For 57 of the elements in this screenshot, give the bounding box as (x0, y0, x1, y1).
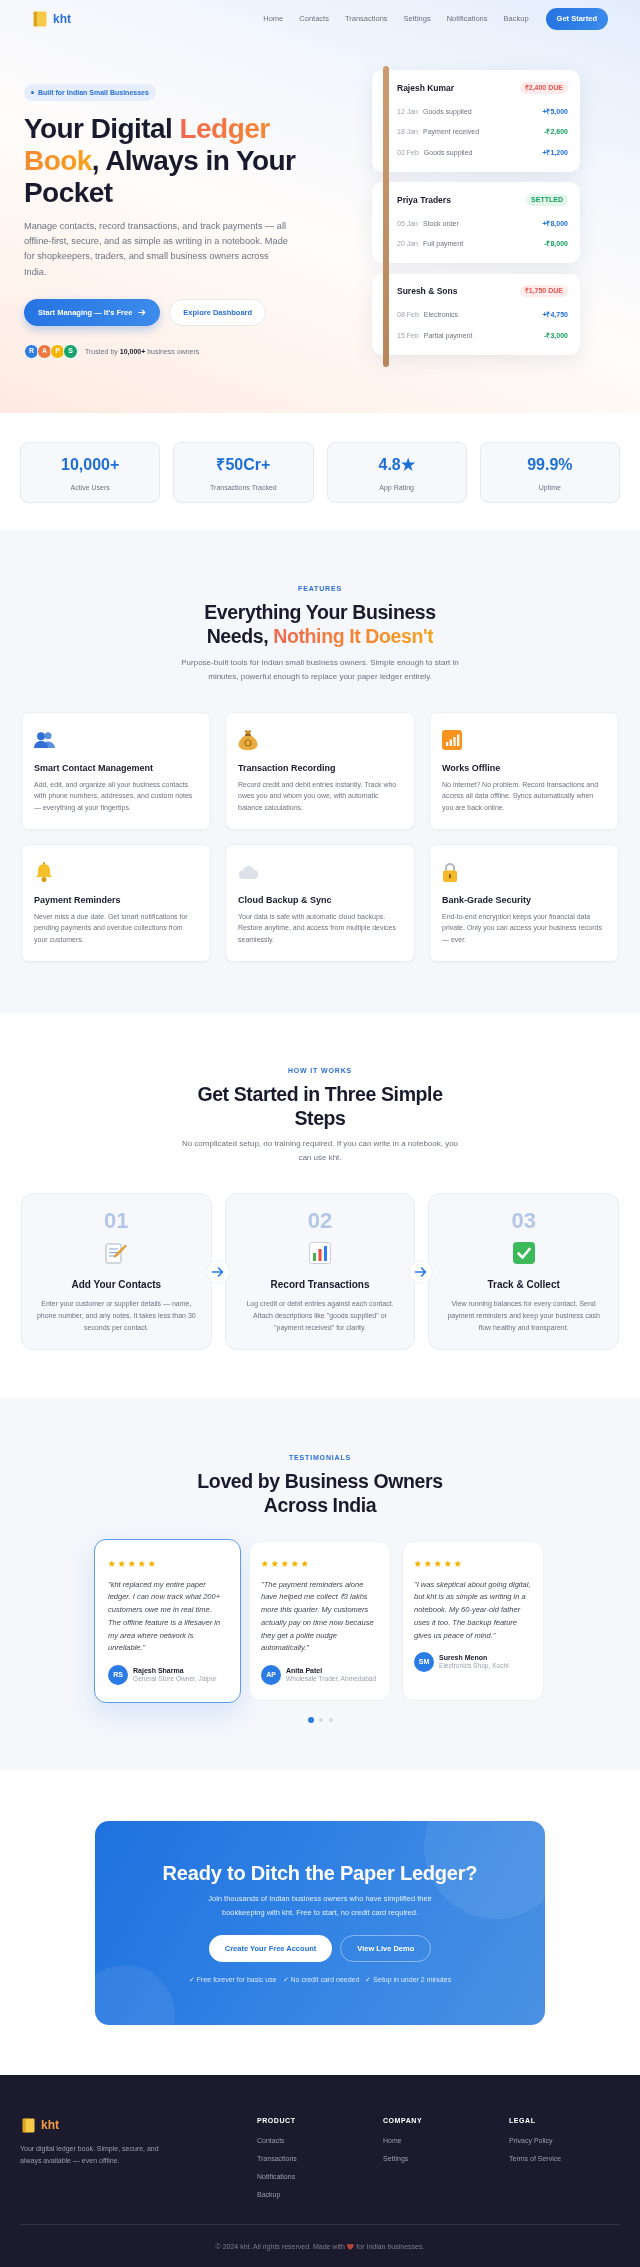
star-icon (424, 1559, 432, 1567)
star-icon (434, 1559, 442, 1567)
section-title: Loved by Business Owners Across India (196, 1469, 444, 1517)
step-number: 03 (511, 1209, 536, 1233)
stat-value: 99.9% (527, 455, 573, 475)
star-icon (108, 1559, 116, 1567)
star-icon (271, 1559, 279, 1567)
section-title: Get Started in Three Simple Steps (196, 1082, 444, 1130)
signal-bars-icon (442, 729, 462, 750)
logo-text[interactable]: kht (41, 2118, 59, 2132)
feature-title: Payment Reminders (34, 895, 122, 906)
step-number: 01 (104, 1209, 129, 1233)
star-icon (118, 1559, 126, 1567)
star-icon (281, 1559, 289, 1567)
arrow-icon (138, 308, 147, 316)
contact-name: Priya Traders (397, 194, 451, 205)
section-title: Everything Your Business Needs, Nothing It Doesn't (203, 600, 437, 648)
star-icon (261, 1559, 269, 1567)
section-subtitle: Purpose-built tools for Indian small business owners. Simple enough to start in minutes, powerful enough to replace your paper ledger entirely. (180, 657, 460, 683)
star-icon (454, 1559, 462, 1567)
star-icon (291, 1559, 299, 1567)
hero-description: Manage contacts, record transactions, and track payments — all offline-first, secure, and as simple as writing in a notebook. Made for shopkeepers, traders, and small business owners across India. (24, 220, 289, 279)
step-title: Track & Collect (487, 1279, 560, 1291)
star-icon (414, 1559, 422, 1567)
bell-icon (34, 861, 54, 882)
step-title: Record Transactions (270, 1279, 370, 1291)
star-icon (301, 1559, 309, 1567)
contact-name: Rajesh Kumar (397, 82, 455, 93)
step-number: 02 (307, 1209, 333, 1233)
stat-value: ₹50Cr+ (216, 455, 271, 475)
feature-title: Works Offline (442, 763, 502, 774)
feature-title: Smart Contact Management (34, 763, 155, 774)
step-title: Add Your Contacts (71, 1279, 162, 1291)
contact-name: Suresh & Sons (397, 286, 458, 296)
stat-value: 10,000+ (61, 455, 120, 475)
feature-title: Bank-Grade Security (442, 895, 533, 906)
cta-title: Ready to Ditch the Paper Ledger? (162, 1861, 478, 1885)
people-icon (34, 730, 55, 749)
stat-value: 4.8★ (378, 455, 415, 475)
star-icon (148, 1559, 156, 1567)
feature-title: Transaction Recording (238, 763, 337, 774)
feature-title: Cloud Backup & Sync (238, 895, 333, 906)
section-subtitle: No complicated setup, no training required. If you can write in a notebook, you can use kht. (180, 1138, 460, 1164)
check-box-icon (512, 1242, 535, 1264)
notebook-icon (33, 11, 47, 27)
padlock-icon (442, 861, 458, 882)
notebook-icon (22, 2117, 35, 2133)
star-icon (128, 1559, 136, 1567)
star-icon (138, 1559, 146, 1567)
cloud-icon (238, 864, 259, 879)
bar-chart-icon (309, 1242, 331, 1264)
money-bag-icon (238, 729, 258, 750)
logo-text[interactable]: kht (53, 12, 71, 26)
heart-icon (347, 2243, 354, 2250)
dot-icon (31, 91, 34, 94)
notepad-pencil-icon (105, 1242, 128, 1264)
star-icon (444, 1559, 452, 1567)
